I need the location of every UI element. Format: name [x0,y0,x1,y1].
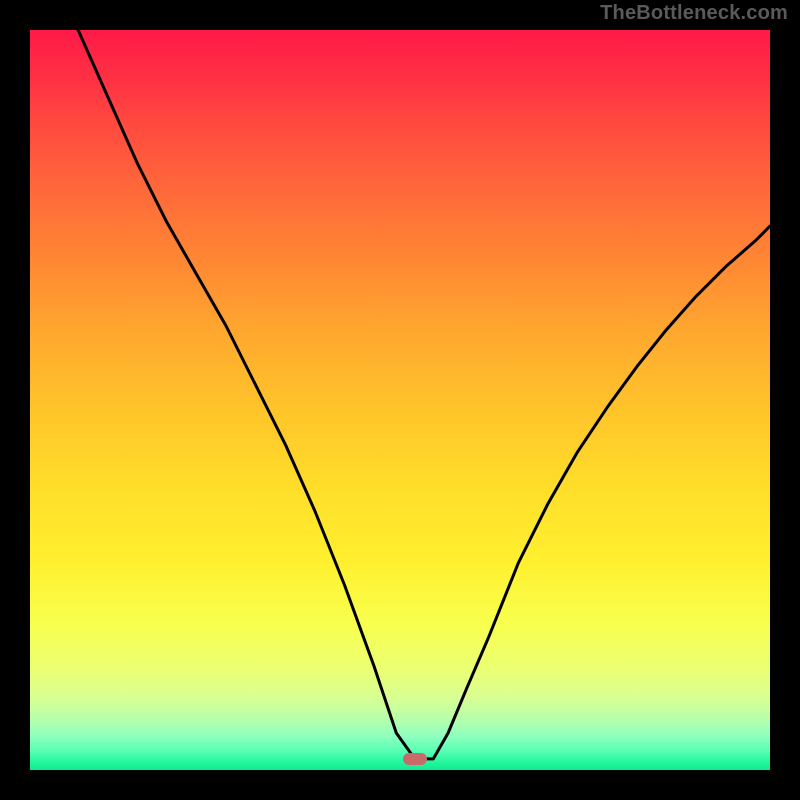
plot-area [30,30,770,770]
optimal-marker [403,753,427,765]
curve-svg [30,30,770,770]
watermark-text: TheBottleneck.com [600,2,788,25]
stage: TheBottleneck.com [0,0,800,800]
bottleneck-curve [78,30,770,759]
